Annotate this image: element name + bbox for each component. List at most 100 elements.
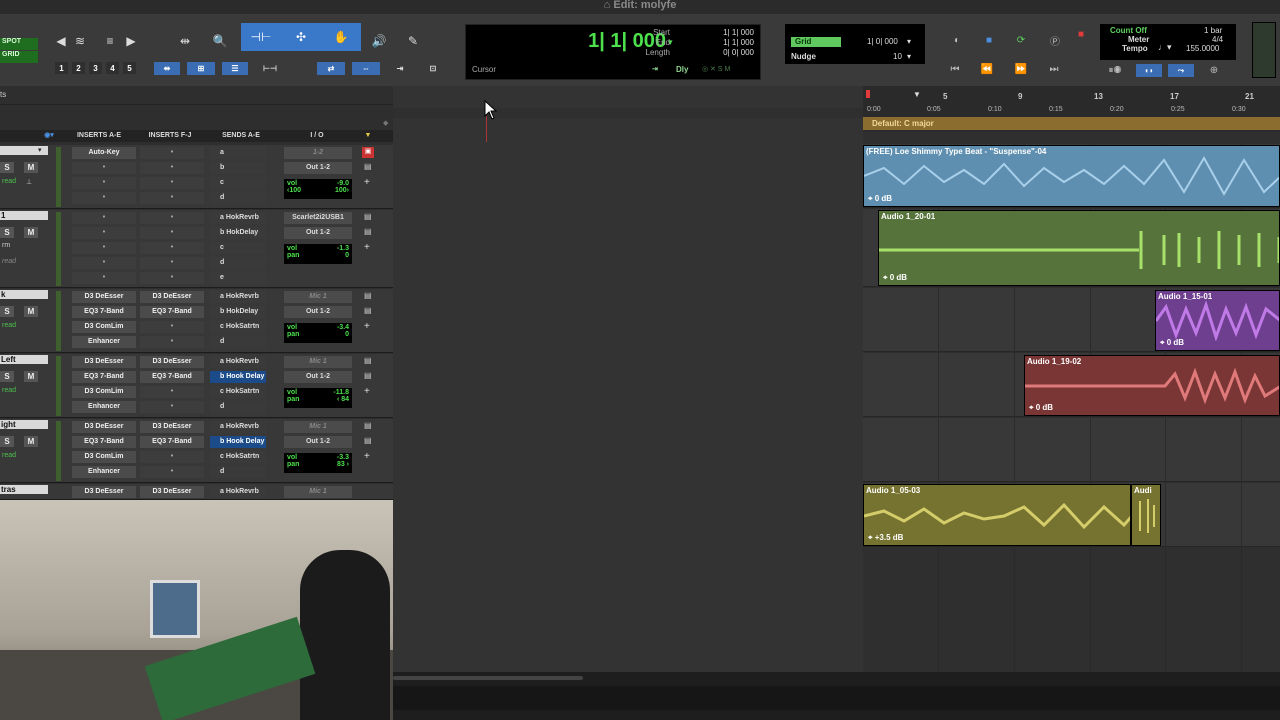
pan-value[interactable]: 0	[345, 331, 349, 338]
send-slot-a[interactable]: a HokRevrb	[210, 356, 266, 368]
output-selector[interactable]: Out 1-2	[284, 436, 352, 448]
zoom-preset-2[interactable]: 2	[72, 62, 85, 74]
grid-value[interactable]: 1| 0| 000	[867, 37, 898, 46]
insert-slot-d[interactable]: Enhancer	[72, 401, 136, 413]
insert-slot-c[interactable]: D3 ComLim	[72, 386, 136, 398]
spot-tool-icon[interactable]: ☰	[222, 62, 248, 75]
sends-ae-header[interactable]: SENDS A-E	[208, 130, 274, 142]
send-slot-b[interactable]: b Hook Delay	[210, 436, 266, 448]
track-row[interactable]: k S M read D3 DeEsser EQ3 7-Band D3 ComL…	[0, 289, 393, 353]
insert-slot-a[interactable]: Auto-Key	[72, 147, 136, 159]
insert-slot-b[interactable]: •	[72, 162, 136, 174]
mute-button[interactable]: M	[24, 162, 38, 173]
pan-value[interactable]: 0	[345, 252, 349, 259]
end-value[interactable]: 1| 1| 000	[712, 38, 754, 47]
insert-slot-c[interactable]: D3 ComLim	[72, 321, 136, 333]
automation-mode[interactable]: read	[2, 258, 16, 265]
insert-slot-g[interactable]: EQ3 7-Band	[140, 436, 204, 448]
volume-pan-display[interactable]: vol -11.8 pan ‹ 84	[284, 388, 352, 408]
pan-value[interactable]: ‹ 84	[337, 396, 349, 403]
send-slot-d[interactable]: d	[210, 257, 266, 269]
automation-mode[interactable]: read	[2, 178, 16, 185]
key-signature-ruler[interactable]: Default: C major	[863, 117, 1280, 130]
midi-zoom-icon[interactable]: ≡	[98, 30, 122, 52]
vol-value[interactable]: -3.4	[337, 324, 349, 331]
metronome-icon[interactable]: ◖◗	[1136, 64, 1162, 77]
insert-slot-h[interactable]: •	[140, 451, 204, 463]
audio-clip[interactable]: Audio 1_05-03 ⌖ +3.5 dB	[863, 484, 1131, 546]
grabber-tool-icon[interactable]: ✋	[321, 30, 361, 44]
solo-button[interactable]: S	[0, 227, 14, 238]
start-value[interactable]: 1| 1| 000	[712, 28, 754, 37]
solo-button[interactable]: S	[0, 371, 14, 382]
pan-left-value[interactable]: ‹100	[287, 187, 301, 194]
comments-icon[interactable]: ▤	[364, 227, 372, 236]
punch-record-icon[interactable]: Ⓟ	[1044, 32, 1066, 48]
send-slot-b[interactable]: b Hook Delay	[210, 371, 266, 383]
selection-marker-icon[interactable]: ▼	[913, 90, 921, 99]
add-icon[interactable]: +	[364, 321, 370, 332]
insert-slot-d[interactable]: Enhancer	[72, 336, 136, 348]
pan-right-value[interactable]: 100›	[335, 187, 349, 194]
spot-mode-button[interactable]: SPOT	[0, 38, 38, 50]
insert-slot-c[interactable]: D3 ComLim	[72, 451, 136, 463]
track-row[interactable]: ight S M read D3 DeEsser EQ3 7-Band D3 C…	[0, 419, 393, 483]
insert-slot-g[interactable]: •	[140, 162, 204, 174]
insert-slot-i[interactable]: •	[140, 192, 204, 204]
grid-mode-button[interactable]: GRID	[0, 51, 38, 63]
vol-value[interactable]: -1.3	[337, 245, 349, 252]
mute-button[interactable]: M	[24, 436, 38, 447]
insert-slot-a[interactable]: D3 DeEsser	[72, 421, 136, 433]
grid-tool-icon[interactable]: ⊢⊣	[256, 62, 284, 75]
track-name[interactable]: Left	[0, 355, 48, 364]
record-button-icon[interactable]: ■	[1070, 26, 1092, 42]
vol-value[interactable]: -9.0	[337, 180, 349, 187]
insert-slot-h[interactable]: •	[140, 242, 204, 254]
send-slot-c[interactable]: c HokSatrtn	[210, 451, 266, 463]
pan-value[interactable]: 83 ›	[337, 461, 349, 468]
slip-mode-icon[interactable]: ⊞	[187, 62, 215, 75]
insert-slot-b[interactable]: EQ3 7-Band	[72, 436, 136, 448]
track-lane[interactable]	[863, 418, 1280, 482]
stop-button-icon[interactable]: ■	[978, 32, 1000, 48]
zoom-left-arrow-icon[interactable]: ◀	[55, 30, 67, 52]
input-selector[interactable]: Mic 1	[284, 291, 352, 303]
loop-playback-icon[interactable]: ⟳	[1010, 32, 1032, 48]
input-selector[interactable]: 1-2	[284, 147, 352, 159]
solo-button[interactable]: S	[0, 436, 14, 447]
input-selector[interactable]: Mic 1	[284, 421, 352, 433]
input-selector[interactable]: Scarlet2i2USB1	[284, 212, 352, 224]
insert-slot-a[interactable]: D3 DeEsser	[72, 291, 136, 303]
send-slot-d[interactable]: d	[210, 466, 266, 478]
nudge-value[interactable]: 10	[893, 52, 902, 61]
volume-pan-display[interactable]: vol -1.3 pan 0	[284, 244, 352, 264]
mute-button[interactable]: M	[24, 371, 38, 382]
playhead-marker[interactable]	[866, 90, 870, 98]
insert-slot-f[interactable]: D3 DeEsser	[140, 421, 204, 433]
conductor-icon[interactable]: ⤳	[1168, 64, 1194, 77]
insert-slot-b[interactable]: EQ3 7-Band	[72, 306, 136, 318]
insert-slot-f[interactable]: •	[140, 212, 204, 224]
record-enable-icon[interactable]: ▣	[362, 147, 374, 158]
automation-mode[interactable]: read	[2, 452, 16, 459]
volume-pan-display[interactable]: vol -3.3 pan 83 ›	[284, 453, 352, 473]
audio-clip[interactable]: Audio 1_20-01 ⌖ 0 dB	[878, 210, 1280, 286]
zoom-preset-3[interactable]: 3	[89, 62, 102, 74]
zoom-toggle-icon[interactable]: ⇹	[172, 30, 198, 52]
vol-value[interactable]: -11.8	[333, 389, 349, 396]
track-row[interactable]: Left S M read D3 DeEsser EQ3 7-Band D3 C…	[0, 354, 393, 418]
horizontal-scrollbar[interactable]	[393, 676, 583, 680]
insert-slot-e[interactable]: •	[72, 272, 136, 284]
send-slot-d[interactable]: d	[210, 336, 266, 348]
audio-clip[interactable]: (FREE) Loe Shimmy Type Beat - "Suspense"…	[863, 145, 1280, 207]
tempo-value[interactable]: 155.0000	[1186, 44, 1219, 53]
insert-slot-f[interactable]: •	[140, 147, 204, 159]
automation-mode[interactable]: read	[2, 387, 16, 394]
track-color-icon[interactable]: ▼	[362, 130, 374, 142]
insert-slot-c[interactable]: •	[72, 177, 136, 189]
insert-slot-f[interactable]: D3 DeEsser	[140, 291, 204, 303]
send-slot-a[interactable]: a HokRevrb	[210, 291, 266, 303]
track-menu-icon[interactable]: ▾	[38, 146, 42, 154]
comments-icon[interactable]: ▤	[364, 421, 372, 430]
go-to-end-icon[interactable]: ⏭	[1043, 61, 1065, 77]
